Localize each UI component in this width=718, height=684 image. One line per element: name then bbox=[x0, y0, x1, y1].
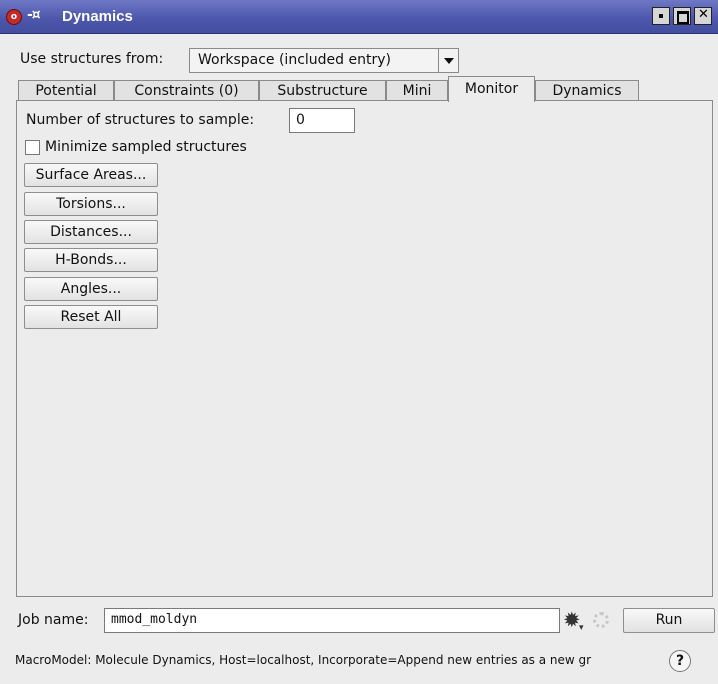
structures-select[interactable]: Workspace (included entry) bbox=[189, 48, 459, 73]
angles-button[interactable]: Angles... bbox=[24, 277, 158, 301]
minimize-button[interactable] bbox=[652, 7, 670, 25]
minimize-label: Minimize sampled structures bbox=[45, 139, 247, 155]
surface-areas-button[interactable]: Surface Areas... bbox=[24, 163, 158, 187]
help-icon[interactable]: ? bbox=[669, 650, 691, 672]
job-name-input[interactable]: mmod_moldyn bbox=[104, 608, 560, 633]
spinner-icon bbox=[593, 612, 609, 628]
minimize-checkbox[interactable] bbox=[25, 140, 40, 155]
tab-dynamics[interactable]: Dynamics bbox=[535, 80, 639, 101]
maximize-button[interactable] bbox=[673, 7, 691, 25]
num-structures-input[interactable]: 0 bbox=[289, 108, 355, 133]
tab-substructure[interactable]: Substructure bbox=[259, 80, 386, 101]
torsions-button[interactable]: Torsions... bbox=[24, 192, 158, 216]
title-bar: o -¤ Dynamics bbox=[0, 0, 718, 34]
run-button[interactable]: Run bbox=[623, 608, 715, 633]
reset-all-button[interactable]: Reset All bbox=[24, 305, 158, 329]
tab-mini[interactable]: Mini bbox=[386, 80, 448, 101]
app-icon[interactable]: o bbox=[6, 9, 22, 25]
status-text: MacroModel: Molecule Dynamics, Host=loca… bbox=[15, 653, 592, 667]
structures-label: Use structures from: bbox=[20, 51, 164, 67]
close-button[interactable] bbox=[694, 7, 712, 25]
chevron-down-icon[interactable] bbox=[438, 49, 458, 72]
window-title: Dynamics bbox=[62, 8, 133, 25]
tab-constraints[interactable]: Constraints (0) bbox=[114, 80, 259, 101]
job-name-label: Job name: bbox=[18, 612, 89, 628]
gear-icon[interactable]: ✹ ▾ bbox=[563, 608, 584, 633]
num-structures-label: Number of structures to sample: bbox=[26, 112, 255, 128]
tab-monitor[interactable]: Monitor bbox=[448, 76, 535, 102]
structures-value: Workspace (included entry) bbox=[198, 52, 391, 68]
h-bonds-button[interactable]: H-Bonds... bbox=[24, 248, 158, 272]
tab-potential[interactable]: Potential bbox=[18, 80, 114, 101]
distances-button[interactable]: Distances... bbox=[24, 220, 158, 244]
pin-icon[interactable]: -¤ bbox=[27, 7, 41, 23]
